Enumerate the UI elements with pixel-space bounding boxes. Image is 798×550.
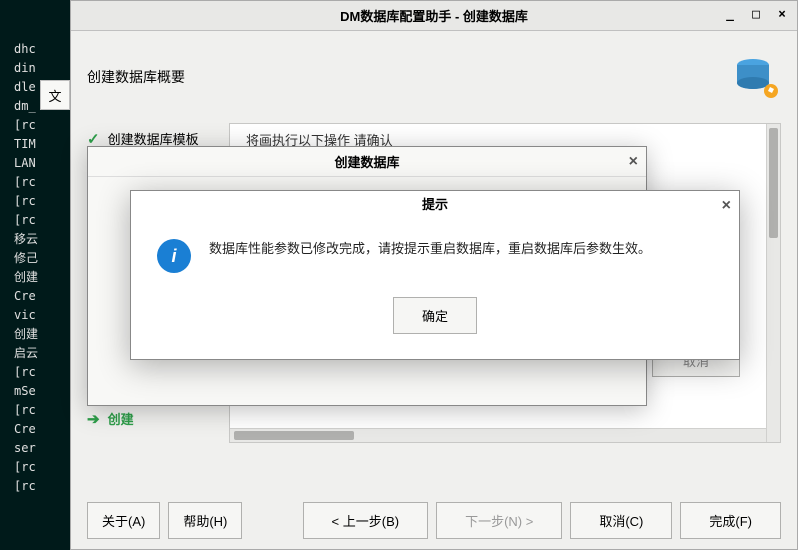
maximize-icon[interactable]: □ xyxy=(747,5,765,23)
database-logo-icon xyxy=(729,53,781,101)
wizard-footer: 关于(A) 帮助(H) < 上一步(B) 下一步(N) > 取消(C) 完成(F… xyxy=(71,502,797,539)
check-icon: ✓ xyxy=(87,130,100,148)
vertical-scrollbar[interactable] xyxy=(766,124,780,442)
dialog-message: 数据库性能参数已修改完成，请按提示重启数据库，重启数据库后参数生效。 xyxy=(209,239,651,260)
page-title: 创建数据库概要 xyxy=(87,67,185,87)
horizontal-scrollbar[interactable] xyxy=(230,428,766,442)
arrow-right-icon: ➔ xyxy=(87,410,100,428)
close-icon[interactable]: × xyxy=(773,5,791,23)
minimize-icon[interactable]: _ xyxy=(721,5,739,23)
help-button[interactable]: 帮助(H) xyxy=(168,502,242,539)
next-button: 下一步(N) > xyxy=(436,502,562,539)
close-icon[interactable]: × xyxy=(629,153,638,171)
step-current: ➔创建 xyxy=(87,401,229,436)
dialog-title: 提示 xyxy=(422,194,448,213)
window-title: DM数据库配置助手 - 创建数据库 xyxy=(340,6,528,25)
dialog-title: 创建数据库 xyxy=(334,152,399,171)
info-icon: i xyxy=(157,239,191,273)
window-titlebar: DM数据库配置助手 - 创建数据库 _ □ × xyxy=(71,1,797,31)
dialog-titlebar: 提示 × xyxy=(131,191,739,215)
ok-button[interactable]: 确定 xyxy=(393,297,477,334)
left-tab-stub: 文 xyxy=(40,80,70,110)
prompt-dialog: 提示 × i 数据库性能参数已修改完成，请按提示重启数据库，重启数据库后参数生效… xyxy=(130,190,740,360)
finish-button[interactable]: 完成(F) xyxy=(680,502,781,539)
close-icon[interactable]: × xyxy=(722,197,731,215)
about-button[interactable]: 关于(A) xyxy=(87,502,160,539)
cancel-button[interactable]: 取消(C) xyxy=(570,502,672,539)
dialog-titlebar: 创建数据库 × xyxy=(88,147,646,177)
prev-button[interactable]: < 上一步(B) xyxy=(303,502,429,539)
